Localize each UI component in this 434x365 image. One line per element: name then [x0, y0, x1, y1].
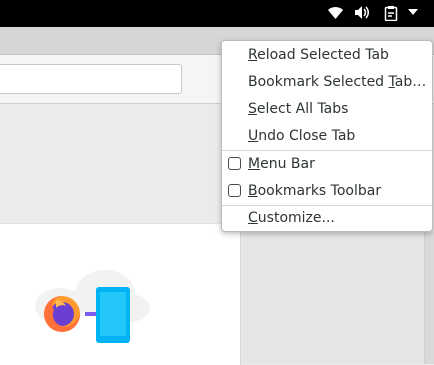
menu-label: ab… [394, 74, 427, 90]
menu-label: eload Selected Tab [257, 47, 389, 63]
menu-label: elect All Tabs [256, 101, 349, 117]
url-bar[interactable] [0, 64, 182, 94]
wifi-icon[interactable] [327, 5, 344, 20]
accelerator-key: R [248, 47, 258, 63]
scrollbar[interactable] [424, 232, 434, 364]
sync-promo-card [0, 223, 241, 365]
accelerator-key: U [248, 128, 259, 144]
bookmarks-toolbar-checkbox[interactable] [228, 184, 241, 197]
tab-context-menu: Reload Selected Tab Bookmark Selected Ta… [221, 40, 433, 232]
menu-item-customize[interactable]: Customize... [222, 205, 432, 232]
menu-item-select-all-tabs[interactable]: Select All Tabs [222, 96, 432, 123]
dropdown-arrow-icon[interactable] [408, 9, 418, 15]
menu-item-menu-bar[interactable]: Menu Bar [222, 151, 432, 178]
accelerator-key: B [248, 183, 258, 199]
menu-label: ndo Close Tab [258, 128, 356, 144]
menu-item-reload-selected-tab[interactable]: Reload Selected Tab [222, 42, 432, 69]
system-top-panel [0, 0, 434, 27]
menu-label: Bookmark Selected [248, 74, 389, 90]
clipboard-icon[interactable] [384, 5, 398, 21]
accelerator-key: M [248, 156, 261, 172]
menu-item-bookmark-selected-tab[interactable]: Bookmark Selected Tab… [222, 69, 432, 96]
accelerator-key: S [248, 101, 257, 117]
accelerator-key: C [248, 210, 258, 226]
volume-icon[interactable] [354, 5, 370, 20]
menu-label: ustomize... [257, 210, 335, 226]
firefox-logo-icon [44, 296, 80, 332]
menu-bar-checkbox[interactable] [228, 157, 241, 170]
mobile-device-icon [96, 287, 130, 343]
menu-label: enu Bar [260, 156, 315, 172]
cloud-illustration [35, 270, 150, 324]
menu-label: ookmarks Toolbar [257, 183, 382, 199]
menu-item-undo-close-tab[interactable]: Undo Close Tab [222, 123, 432, 150]
menu-item-bookmarks-toolbar[interactable]: Bookmarks Toolbar [222, 178, 432, 205]
